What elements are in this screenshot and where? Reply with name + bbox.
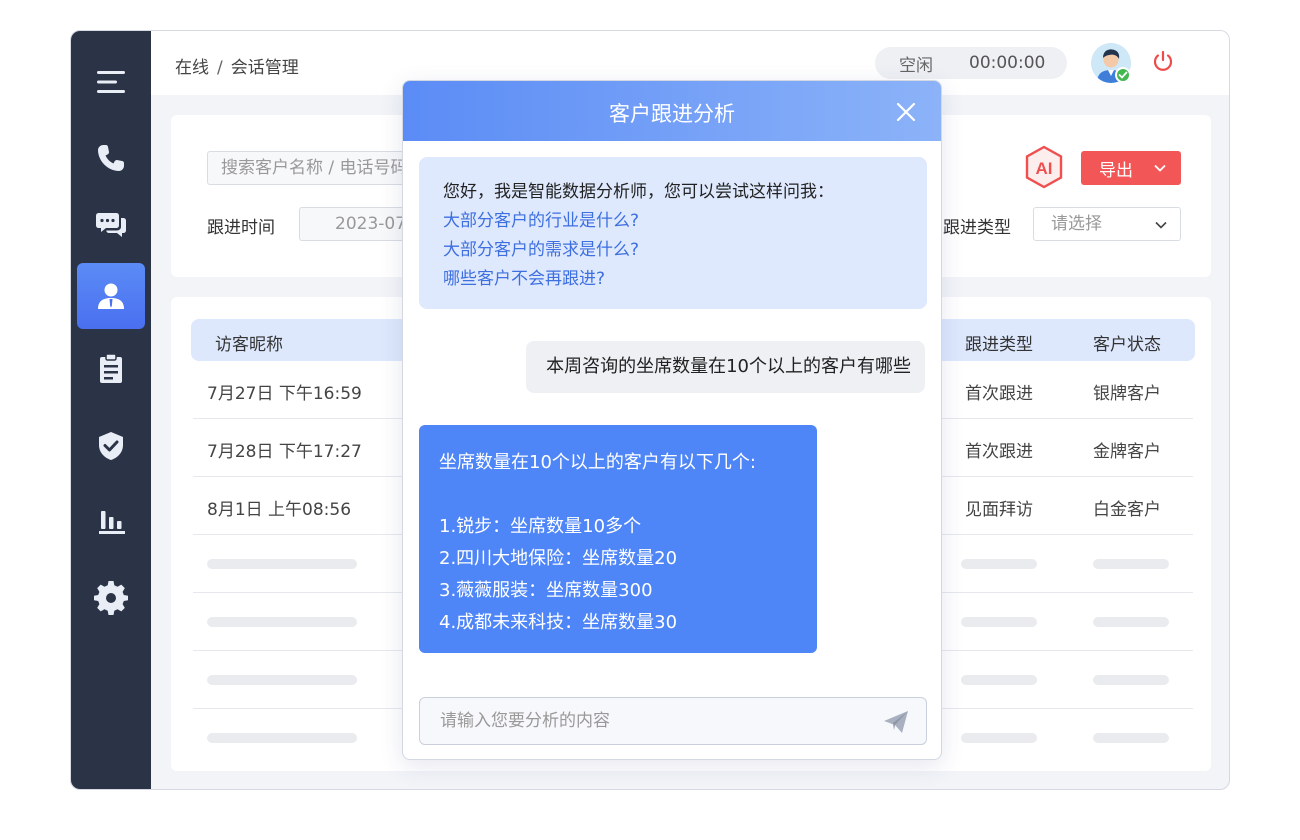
assistant-reply-bubble: 坐席数量在10个以上的客户有以下几个: 1.锐步：坐席数量10多个 2.四川大地… (419, 425, 817, 653)
analysis-dialog: 客户跟进分析 您好，我是智能数据分析师，您可以尝试这样问我： 大部分客户的行业是… (402, 80, 942, 760)
search-input[interactable]: 搜索客户名称 / 电话号码 (207, 151, 427, 185)
agent-status-pill[interactable]: 空闲 00:00:00 (875, 47, 1067, 79)
follow-type-label: 跟进类型 (943, 218, 1011, 238)
skeleton-bar (207, 733, 357, 743)
reply-item: 2.四川大地保险：坐席数量20 (439, 548, 678, 569)
row-time: 8月1日 上午08:56 (207, 500, 352, 520)
column-header-visitor: 访客昵称 (215, 335, 283, 355)
clipboard-icon[interactable] (77, 335, 145, 401)
suggestion-link[interactable]: 大部分客户的行业是什么? (443, 207, 903, 236)
menu-icon[interactable] (77, 49, 145, 115)
skeleton-bar (207, 559, 357, 569)
chevron-down-icon (1155, 221, 1167, 229)
reply-item: 4.成都未来科技：坐席数量30 (439, 612, 678, 633)
bar-chart-icon[interactable] (77, 487, 145, 553)
online-check-icon (1115, 67, 1131, 83)
chevron-down-icon (1154, 164, 1166, 172)
skeleton-bar (207, 675, 357, 685)
breadcrumb-root[interactable]: 在线 (175, 53, 209, 78)
intro-text: 您好，我是智能数据分析师，您可以尝试这样问我： (443, 182, 834, 202)
follow-time-label: 跟进时间 (207, 218, 275, 238)
row-type: 首次跟进 (965, 384, 1033, 404)
reply-item: 1.锐步：坐席数量10多个 (439, 516, 642, 537)
suggestion-link[interactable]: 大部分客户的需求是什么? (443, 236, 903, 265)
dialog-title: 客户跟进分析 (609, 102, 735, 126)
reply-spacer (439, 479, 797, 511)
skeleton-bar (1093, 617, 1169, 627)
row-time: 7月28日 下午17:27 (207, 442, 362, 462)
assistant-intro-bubble: 您好，我是智能数据分析师，您可以尝试这样问我： 大部分客户的行业是什么? 大部分… (419, 157, 927, 309)
skeleton-bar (961, 675, 1037, 685)
agent-status: 空闲 (899, 55, 933, 76)
chat-input-placeholder: 请输入您要分析的内容 (440, 711, 610, 731)
phone-icon[interactable] (77, 125, 145, 191)
close-icon[interactable] (895, 101, 917, 123)
user-message-bubble: 本周咨询的坐席数量在10个以上的客户有哪些 (526, 341, 925, 393)
export-button[interactable]: 导出 (1081, 151, 1181, 185)
ai-badge-label: AI (1036, 159, 1053, 178)
customer-icon[interactable] (77, 263, 145, 329)
export-button-label: 导出 (1099, 160, 1133, 181)
reply-heading: 坐席数量在10个以上的客户有以下几个: (439, 452, 756, 473)
skeleton-bar (1093, 559, 1169, 569)
row-type: 见面拜访 (965, 500, 1033, 520)
skeleton-bar (207, 617, 357, 627)
suggestion-link[interactable]: 哪些客户不会再跟进? (443, 265, 903, 294)
skeleton-bar (1093, 733, 1169, 743)
power-icon[interactable] (1151, 49, 1175, 73)
row-status: 金牌客户 (1093, 442, 1161, 462)
breadcrumb: 在线 / 会话管理 (175, 53, 299, 78)
skeleton-bar (961, 617, 1037, 627)
skeleton-bar (961, 559, 1037, 569)
chat-icon[interactable] (77, 191, 145, 257)
column-header-type: 跟进类型 (965, 335, 1033, 355)
row-time: 7月27日 下午16:59 (207, 384, 362, 404)
breadcrumb-separator: / (217, 58, 223, 78)
settings-gear-icon[interactable] (77, 565, 145, 631)
ai-assistant-icon[interactable]: AI (1023, 145, 1065, 189)
row-type: 首次跟进 (965, 442, 1033, 462)
shield-icon[interactable] (77, 413, 145, 479)
follow-type-placeholder: 请选择 (1051, 214, 1102, 234)
follow-type-select[interactable]: 请选择 (1033, 207, 1181, 241)
reply-item: 3.薇薇服装：坐席数量300 (439, 580, 653, 601)
skeleton-bar (961, 733, 1037, 743)
column-header-status: 客户状态 (1093, 335, 1161, 355)
chat-input[interactable]: 请输入您要分析的内容 (419, 697, 927, 745)
status-timer: 00:00:00 (969, 53, 1046, 73)
row-status: 银牌客户 (1093, 384, 1161, 404)
breadcrumb-current: 会话管理 (230, 58, 299, 78)
send-icon[interactable] (882, 708, 910, 736)
row-status: 白金客户 (1093, 500, 1161, 520)
skeleton-bar (1093, 675, 1169, 685)
sidebar (71, 31, 151, 789)
dialog-header: 客户跟进分析 (403, 81, 941, 141)
date-range-input[interactable]: 2023-07- (299, 207, 419, 241)
